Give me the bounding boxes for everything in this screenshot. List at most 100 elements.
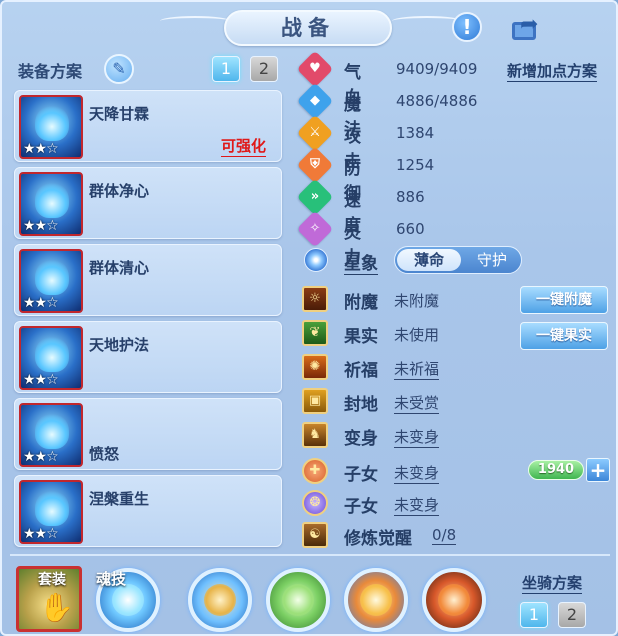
- star-option-fate[interactable]: 薄命: [397, 249, 461, 271]
- share-arrow: ➦: [520, 12, 539, 37]
- shield-icon: ⛨: [296, 146, 334, 184]
- equip-plan-tab-2[interactable]: 2: [250, 56, 278, 82]
- set-label: 套装: [38, 572, 66, 588]
- fruit-all-button[interactable]: 一键果实: [520, 322, 608, 350]
- skill-card-5[interactable]: ★★☆ 愤怒: [14, 398, 282, 470]
- feature-label: 附魔: [344, 293, 378, 313]
- skill-name: 天地护法: [89, 336, 150, 354]
- feature-value[interactable]: 未受赏: [394, 392, 440, 414]
- spirit-icon: ✧: [296, 210, 334, 248]
- transform-icon: ♞: [302, 422, 328, 448]
- feature-label: 变身: [344, 429, 378, 449]
- title-ribbon: 战备: [224, 10, 392, 46]
- fief-icon: ▣: [302, 388, 328, 414]
- title-decoration-left: [160, 16, 230, 26]
- mount-plan-tab-2[interactable]: 2: [558, 602, 586, 628]
- skill-name: 群体清心: [89, 259, 150, 277]
- feature-label: 封地: [344, 395, 378, 415]
- skill-stars: ★★☆: [23, 295, 59, 311]
- skill-stars: ★★☆: [23, 526, 59, 542]
- feature-value: 未使用: [394, 326, 440, 344]
- star-option-guard[interactable]: 守护: [465, 249, 519, 271]
- feature-child-2: ❂ 子女 未变身: [302, 490, 612, 518]
- special-skill-3[interactable]: [344, 568, 408, 632]
- skill-1-icon: ★★☆: [19, 95, 83, 159]
- child-icon-2: ❂: [302, 490, 328, 516]
- skill-name: 愤怒: [89, 445, 120, 463]
- fire-figure-icon: [438, 584, 470, 616]
- child-icon: ✚: [302, 458, 328, 484]
- pencil-icon[interactable]: ✎: [104, 54, 134, 84]
- feature-label: 子女: [344, 465, 378, 485]
- skill-stars: ★★☆: [23, 141, 59, 157]
- feature-value[interactable]: 未变身: [394, 426, 440, 448]
- feature-value[interactable]: 0/8: [432, 526, 457, 545]
- feature-cultivation: ☯ 修炼觉醒 0/8: [302, 522, 612, 550]
- feature-value[interactable]: 未变身: [394, 494, 440, 516]
- sword-icon: ⚔: [296, 114, 334, 152]
- soul-skill-label: 魂技: [96, 570, 127, 588]
- equip-plan-label: 装备方案: [18, 62, 83, 81]
- attr-value: 660: [396, 220, 425, 238]
- cultivation-icon: ☯: [302, 522, 328, 548]
- upgradable-badge[interactable]: 可强化: [221, 135, 267, 157]
- battle-prep-panel: 战备 ! ➦ 装备方案 ✎ 1 2 ★★☆ 天降甘霖 可强化 ★★☆ 群体净心 …: [0, 0, 618, 636]
- attr-value: 4886/4886: [396, 92, 478, 110]
- help-icon[interactable]: !: [452, 12, 482, 42]
- mount-plan-tab-1[interactable]: 1: [520, 602, 548, 628]
- heart-leaf-icon: [282, 584, 314, 616]
- skill-card-4[interactable]: ★★☆ 天地护法: [14, 321, 282, 393]
- special-skill-1[interactable]: [188, 568, 252, 632]
- heart-icon: ♥: [296, 50, 334, 88]
- monk-icon: [204, 584, 236, 616]
- skill-5-icon: ★★☆: [19, 403, 83, 467]
- hand-icon: ✋: [39, 591, 74, 624]
- fruit-icon: ❦: [302, 320, 328, 346]
- skill-name: 天降甘霖: [89, 105, 150, 123]
- plus-icon[interactable]: +: [586, 458, 610, 482]
- skill-stars: ★★☆: [23, 372, 59, 388]
- set-button[interactable]: 套装 ✋: [16, 566, 82, 632]
- burst-icon: [360, 584, 392, 616]
- equip-plan-tab-1[interactable]: 1: [212, 56, 240, 82]
- feature-label: 果实: [344, 327, 378, 347]
- new-point-plan-link[interactable]: 新增加点方案: [507, 60, 598, 82]
- attr-value: 1254: [396, 156, 435, 174]
- share-icon[interactable]: ➦: [510, 14, 544, 42]
- speed-icon: »: [296, 178, 334, 216]
- feature-label: 祈福: [344, 361, 378, 381]
- special-skill-4[interactable]: [422, 568, 486, 632]
- skill-6-icon: ★★☆: [19, 480, 83, 544]
- feature-label: 子女: [344, 497, 378, 517]
- skill-name: 涅槃重生: [89, 490, 150, 508]
- star-sign-row: 星象 薄命 守护: [302, 246, 532, 276]
- feature-transform: ♞ 变身 未变身: [302, 422, 612, 450]
- feature-fief: ▣ 封地 未受赏: [302, 388, 612, 416]
- star-sign-toggle[interactable]: 薄命 守护: [394, 246, 522, 274]
- skill-2-icon: ★★☆: [19, 172, 83, 236]
- child-points-bar: 1940: [528, 460, 584, 480]
- skill-stars: ★★☆: [23, 218, 59, 234]
- skill-card-3[interactable]: ★★☆ 群体清心: [14, 244, 282, 316]
- feature-blessing: ✺ 祈福 未祈福: [302, 354, 612, 382]
- bottom-divider: [10, 554, 610, 556]
- star-sign-label[interactable]: 星象: [344, 249, 378, 275]
- skill-4-icon: ★★☆: [19, 326, 83, 390]
- panel-title: 战备: [281, 16, 335, 40]
- special-skill-2[interactable]: [266, 568, 330, 632]
- skill-card-1[interactable]: ★★☆ 天降甘霖 可强化: [14, 90, 282, 162]
- feature-value[interactable]: 未祈福: [394, 358, 440, 380]
- attr-value: 886: [396, 188, 425, 206]
- enchant-all-button[interactable]: 一键附魔: [520, 286, 608, 314]
- skill-name: 群体净心: [89, 182, 150, 200]
- skill-3-icon: ★★☆: [19, 249, 83, 313]
- skill-card-2[interactable]: ★★☆ 群体净心: [14, 167, 282, 239]
- enchant-icon: ☼: [302, 286, 328, 312]
- star-sign-icon: [304, 248, 328, 272]
- mount-plan-label[interactable]: 坐骑方案: [522, 572, 583, 594]
- skill-card-6[interactable]: ★★☆ 涅槃重生: [14, 475, 282, 547]
- attr-value: 1384: [396, 124, 435, 142]
- feature-value[interactable]: 未变身: [394, 462, 440, 484]
- feature-label: 修炼觉醒: [344, 529, 412, 549]
- mana-icon: ◆: [296, 82, 334, 120]
